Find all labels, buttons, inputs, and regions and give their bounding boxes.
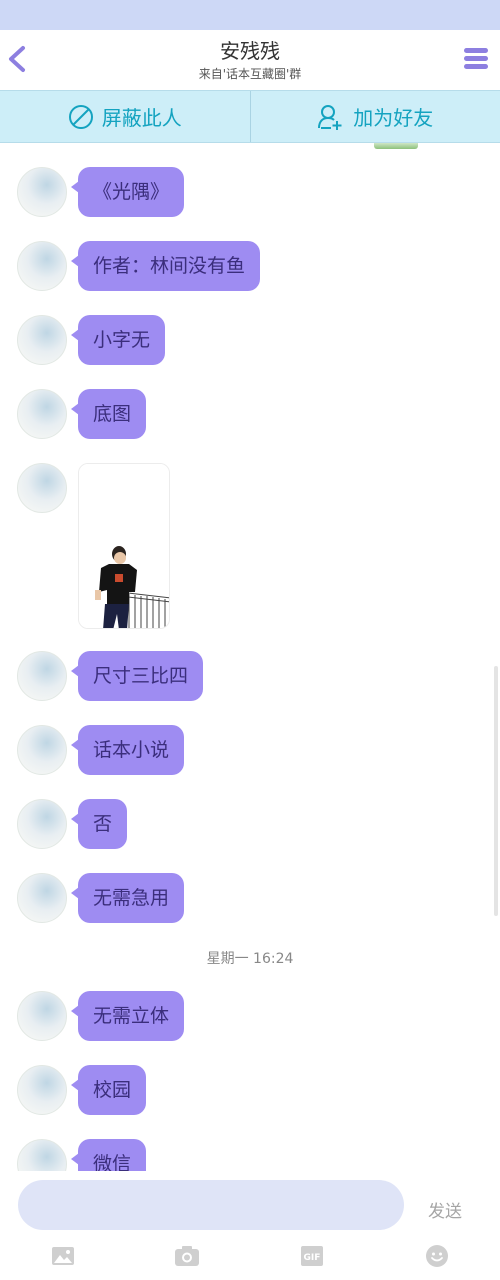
scrollbar[interactable] <box>494 666 498 916</box>
avatar[interactable] <box>17 389 67 439</box>
camera-icon[interactable] <box>174 1243 200 1269</box>
avatar[interactable] <box>17 315 67 365</box>
composer: 发送 GIF <box>0 1171 500 1280</box>
avatar[interactable] <box>17 1139 67 1171</box>
add-user-icon <box>318 104 342 130</box>
message-bubble[interactable]: 否 <box>70 799 128 849</box>
message-list[interactable]: 《光隅》 作者：林间没有鱼 小字无 底图 尺寸三比四 话本小说 否 无需急用 星… <box>0 143 500 1171</box>
block-user-button[interactable]: 屏蔽此人 <box>0 91 250 142</box>
message-bubble[interactable]: 微信 <box>70 1139 147 1171</box>
photo-person-image <box>79 464 169 628</box>
avatar[interactable] <box>17 167 67 217</box>
chat-header: 安残残 来自'话本互藏圈'群 <box>0 30 500 90</box>
message-bubble[interactable]: 无需立体 <box>70 991 185 1041</box>
add-friend-label: 加为好友 <box>353 106 434 130</box>
avatar[interactable] <box>17 241 67 291</box>
partial-image-thumbnail[interactable] <box>374 143 418 149</box>
block-icon <box>68 104 93 129</box>
message-bubble[interactable]: 尺寸三比四 <box>70 651 204 701</box>
send-button[interactable]: 发送 <box>428 1197 462 1222</box>
avatar[interactable] <box>17 991 67 1041</box>
avatar[interactable] <box>17 651 67 701</box>
message-bubble[interactable]: 无需急用 <box>70 873 185 923</box>
image-icon[interactable] <box>50 1243 76 1269</box>
message-bubble[interactable]: 校园 <box>70 1065 147 1115</box>
avatar[interactable] <box>17 873 67 923</box>
action-bar: 屏蔽此人 加为好友 <box>0 90 500 143</box>
message-bubble[interactable]: 《光隅》 <box>70 167 185 217</box>
menu-icon[interactable] <box>462 44 490 74</box>
message-bubble[interactable]: 小字无 <box>70 315 166 365</box>
gif-icon[interactable]: GIF <box>299 1243 325 1269</box>
add-friend-button[interactable]: 加为好友 <box>249 91 500 142</box>
message-timestamp: 星期一 16:24 <box>206 951 294 967</box>
block-user-label: 屏蔽此人 <box>101 106 182 130</box>
avatar[interactable] <box>17 725 67 775</box>
status-bar <box>0 0 500 30</box>
message-bubble[interactable]: 底图 <box>70 389 147 439</box>
contact-name: 安残残 <box>220 39 280 63</box>
avatar[interactable] <box>17 463 67 513</box>
image-message[interactable] <box>78 463 170 629</box>
message-input[interactable] <box>18 1180 404 1230</box>
contact-source: 来自'话本互藏圈'群 <box>198 67 302 81</box>
emoji-icon[interactable] <box>424 1243 450 1269</box>
gif-label: GIF <box>304 1253 321 1263</box>
avatar[interactable] <box>17 799 67 849</box>
message-bubble[interactable]: 作者：林间没有鱼 <box>70 241 261 291</box>
avatar[interactable] <box>17 1065 67 1115</box>
message-bubble[interactable]: 话本小说 <box>70 725 185 775</box>
